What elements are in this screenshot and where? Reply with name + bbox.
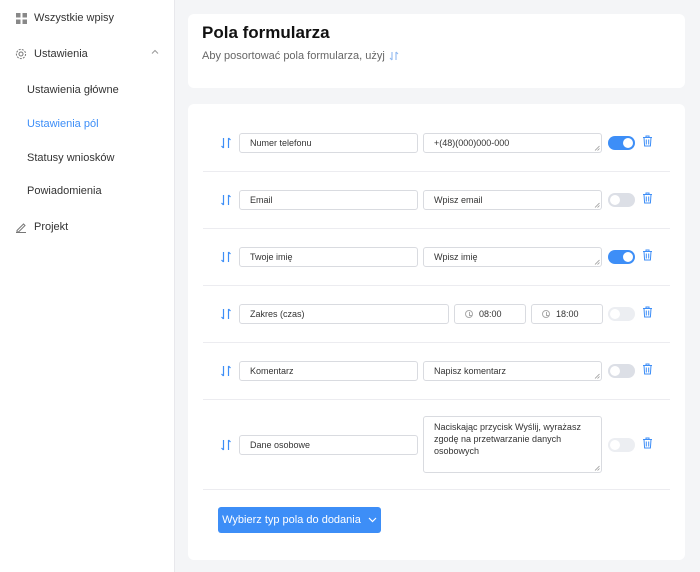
trash-icon[interactable] xyxy=(642,192,653,204)
sidebar-item-label: Wszystkie wpisy xyxy=(34,12,115,24)
sidebar-item-label: Ustawienia pól xyxy=(27,118,99,130)
sidebar-item-request-statuses[interactable]: Statusy wniosków xyxy=(27,151,202,165)
add-field-type-label: Wybierz typ pola do dodania xyxy=(222,514,361,526)
pencil-icon xyxy=(15,221,27,233)
placeholder-text: Naciskając przycisk Wyślij, wyrażasz zgo… xyxy=(434,422,581,456)
placeholder-text: Wpisz email xyxy=(434,195,483,205)
clock-icon xyxy=(465,310,473,318)
drag-sort-icon[interactable] xyxy=(220,194,232,206)
toggle-knob xyxy=(610,195,620,205)
placeholder-text: Napisz komentarz xyxy=(434,366,507,376)
page-title: Pola formularza xyxy=(202,23,330,42)
toggle-knob xyxy=(610,440,620,450)
field-label-input[interactable]: Numer telefonu xyxy=(239,133,418,153)
resize-handle-icon[interactable] xyxy=(594,465,600,471)
drag-sort-icon[interactable] xyxy=(220,365,232,377)
sidebar-item-project[interactable]: Projekt xyxy=(15,220,190,234)
field-row: Numer telefonu +(48)(000)000-000 xyxy=(203,114,670,172)
trash-icon[interactable] xyxy=(642,437,653,449)
field-label-input[interactable]: Zakres (czas) xyxy=(239,304,449,324)
sidebar-item-field-settings[interactable]: Ustawienia pól xyxy=(27,117,202,131)
grid-icon xyxy=(15,12,27,24)
sidebar-item-notifications[interactable]: Powiadomienia xyxy=(27,184,202,198)
toggle-knob xyxy=(623,138,633,148)
trash-icon[interactable] xyxy=(642,306,653,318)
sidebar-item-label: Powiadomienia xyxy=(27,185,102,197)
field-label-input[interactable]: Email xyxy=(239,190,418,210)
time-to-value: 18:00 xyxy=(556,309,579,319)
field-placeholder-textarea[interactable]: Naciskając przycisk Wyślij, wyrażasz zgo… xyxy=(423,416,602,473)
field-row: Twoje imię Wpisz imię xyxy=(203,229,670,286)
sidebar-item-general-settings[interactable]: Ustawienia główne xyxy=(27,83,202,97)
field-toggle[interactable] xyxy=(608,250,635,264)
trash-icon[interactable] xyxy=(642,363,653,375)
field-toggle[interactable] xyxy=(608,307,635,321)
toggle-knob xyxy=(610,366,620,376)
field-placeholder-input[interactable]: Wpisz imię xyxy=(423,247,602,267)
sidebar-item-all-entries[interactable]: Wszystkie wpisy xyxy=(15,11,190,25)
trash-icon[interactable] xyxy=(642,249,653,261)
field-row: Email Wpisz email xyxy=(203,172,670,229)
chevron-up-icon[interactable] xyxy=(151,48,159,56)
clock-icon xyxy=(542,310,550,318)
fields-card: Numer telefonu +(48)(000)000-000 Email W… xyxy=(188,104,685,560)
field-toggle[interactable] xyxy=(608,136,635,150)
drag-sort-icon[interactable] xyxy=(220,308,232,320)
sidebar-item-label: Projekt xyxy=(34,221,69,233)
sidebar-item-settings[interactable]: Ustawienia xyxy=(15,47,190,61)
resize-handle-icon[interactable] xyxy=(594,145,600,151)
placeholder-text: +(48)(000)000-000 xyxy=(434,138,510,148)
drag-sort-icon[interactable] xyxy=(220,137,232,149)
sort-icon xyxy=(389,51,399,61)
drag-sort-icon[interactable] xyxy=(220,251,232,263)
trash-icon[interactable] xyxy=(642,135,653,147)
subtitle-text: Aby posortować pola formularza, użyj xyxy=(202,50,385,62)
field-label-input[interactable]: Komentarz xyxy=(239,361,418,381)
chevron-down-icon xyxy=(368,517,377,523)
add-field-type-button[interactable]: Wybierz typ pola do dodania xyxy=(218,507,381,533)
field-placeholder-input[interactable]: Napisz komentarz xyxy=(423,361,602,381)
sidebar: Wszystkie wpisy Ustawienia Ustawienia gł… xyxy=(0,0,175,572)
sidebar-item-label: Ustawienia główne xyxy=(27,84,119,96)
time-from-input[interactable]: 08:00 xyxy=(454,304,526,324)
field-label-input[interactable]: Twoje imię xyxy=(239,247,418,267)
toggle-knob xyxy=(610,309,620,319)
field-placeholder-input[interactable]: +(48)(000)000-000 xyxy=(423,133,602,153)
field-row: Komentarz Napisz komentarz xyxy=(203,343,670,400)
resize-handle-icon[interactable] xyxy=(594,202,600,208)
sidebar-item-label: Ustawienia xyxy=(34,48,88,60)
header-card: Pola formularza Aby posortować pola form… xyxy=(188,14,685,88)
drag-sort-icon[interactable] xyxy=(220,439,232,451)
field-toggle[interactable] xyxy=(608,364,635,378)
field-row: Zakres (czas) 08:00 18:00 xyxy=(203,286,670,343)
field-toggle[interactable] xyxy=(608,193,635,207)
field-row: Dane osobowe Naciskając przycisk Wyślij,… xyxy=(203,400,670,490)
gear-icon xyxy=(15,48,27,60)
sidebar-item-label: Statusy wniosków xyxy=(27,152,115,164)
field-placeholder-input[interactable]: Wpisz email xyxy=(423,190,602,210)
time-from-value: 08:00 xyxy=(479,309,502,319)
field-label-input[interactable]: Dane osobowe xyxy=(239,435,418,455)
placeholder-text: Wpisz imię xyxy=(434,252,478,262)
resize-handle-icon[interactable] xyxy=(594,373,600,379)
toggle-knob xyxy=(623,252,633,262)
page-subtitle: Aby posortować pola formularza, użyj xyxy=(202,50,399,62)
resize-handle-icon[interactable] xyxy=(594,259,600,265)
field-toggle[interactable] xyxy=(608,438,635,452)
time-to-input[interactable]: 18:00 xyxy=(531,304,603,324)
